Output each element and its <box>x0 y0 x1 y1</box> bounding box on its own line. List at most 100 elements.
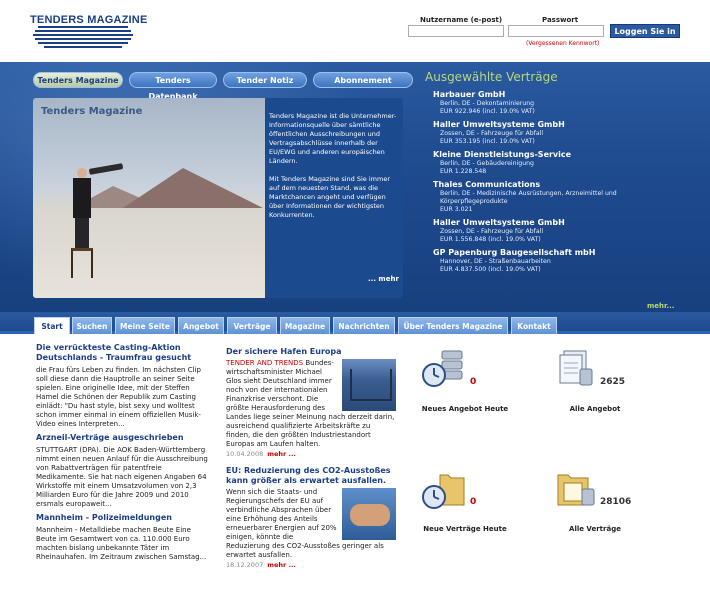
nav-tab-ueber[interactable]: Über Tenders Magazine <box>398 317 508 334</box>
stat-label: Alle Angebot <box>569 405 621 413</box>
stat-all-contracts[interactable]: 28106 Alle Verträge <box>540 467 670 537</box>
stat-value: 28106 <box>600 497 632 507</box>
contract-item[interactable]: Haller Umweltsysteme GmbH Zossen, DE - F… <box>425 217 705 244</box>
nav-tab-angebot[interactable]: Angebot <box>178 317 224 334</box>
news-text: STUTTGART (DPA). Die AOK Baden-Württembe… <box>36 446 208 508</box>
article-meta: 18.12.2007 mehr ... <box>226 561 396 569</box>
handshake-image <box>342 488 396 540</box>
articles-column: Der sichere Hafen Europa TENDER AND TREN… <box>226 347 396 577</box>
username-label: Nutzername (e-post) <box>420 16 503 24</box>
contract-name[interactable]: Kleine Dienstleistungs-Service <box>425 149 705 160</box>
hero-text-1: Tenders Magazine ist die Unternehmer-Inf… <box>269 112 397 165</box>
main-nav: Start Suchen Meine Seite Angebot Verträg… <box>0 312 710 334</box>
pill-tab-abonnement[interactable]: Abonnement <box>313 72 413 88</box>
folder-stack-icon <box>557 474 595 506</box>
news-item: Mannheim - Polizeimeldungen Mannheim - M… <box>36 513 208 562</box>
news-title[interactable]: Die verrückteste Casting-Aktion Deutschl… <box>36 343 208 363</box>
article-title[interactable]: EU: Reduzierung des CO2-Ausstoßes kann g… <box>226 466 396 486</box>
contract-detail: Berlin, DE - Dekontaminierung <box>440 100 535 107</box>
contract-detail: Zossen, DE - Fahrzeuge für Abfall <box>440 130 544 137</box>
article-more-link[interactable]: mehr ... <box>267 561 296 569</box>
article-more-link[interactable]: mehr ... <box>267 450 296 458</box>
stat-value: 2625 <box>600 377 626 387</box>
password-label: Passwort <box>542 16 579 24</box>
contract-value: EUR 1.228.548 <box>440 168 487 175</box>
contract-name[interactable]: Haller Umweltsysteme GmbH <box>425 217 705 228</box>
contract-value: EUR 353.195 (incl. 19.0% VAT) <box>440 138 535 145</box>
nav-tab-magazine[interactable]: Magazine <box>280 317 330 334</box>
stat-label: Alle Verträge <box>569 525 621 533</box>
contract-item[interactable]: GP Papenburg Baugesellschaft mbH Hannove… <box>425 247 705 274</box>
contract-item[interactable]: Thales Communications Berlin, DE - Mediz… <box>425 179 705 214</box>
pill-tab-tenders-magazine[interactable]: Tenders Magazine <box>33 72 123 88</box>
hero-photo: Tenders Magazine <box>33 98 265 298</box>
server-clock-icon <box>422 350 463 387</box>
news-item: Die verrückteste Casting-Aktion Deutschl… <box>36 343 208 429</box>
news-title[interactable]: Mannheim - Polizeimeldungen <box>36 513 208 523</box>
contract-item[interactable]: Kleine Dienstleistungs-Service Berlin, D… <box>425 149 705 176</box>
contract-name[interactable]: Thales Communications <box>425 179 705 190</box>
harbor-image <box>342 359 396 411</box>
nav-tab-start[interactable]: Start <box>34 317 70 334</box>
contract-value: EUR 3.021 <box>440 206 473 213</box>
contract-name[interactable]: Harbauer GmbH <box>425 89 705 100</box>
nav-tab-meine-seite[interactable]: Meine Seite <box>115 317 175 334</box>
document-stack-icon <box>559 350 593 386</box>
nav-tab-suchen[interactable]: Suchen <box>72 317 112 334</box>
article-meta: 10.04.2008 mehr ... <box>226 450 396 458</box>
news-title[interactable]: Arzneil-Verträge ausgeschrieben <box>36 433 208 443</box>
contract-detail: Berlin, DE - Medizinische Ausrüstungen, … <box>440 190 617 197</box>
news-item: Arzneil-Verträge ausgeschrieben STUTTGAR… <box>36 433 208 509</box>
article-source: TENDER AND TRENDS <box>226 359 304 367</box>
nav-tab-kontakt[interactable]: Kontakt <box>511 317 557 334</box>
contracts-title: Ausgewählte Verträge <box>425 70 558 84</box>
article: EU: Reduzierung des CO2-Ausstoßes kann g… <box>226 466 396 569</box>
logo[interactable]: TENDERS MAGAZINE <box>30 14 150 50</box>
article: Der sichere Hafen Europa TENDER AND TREN… <box>226 347 396 458</box>
hero-more-link[interactable]: ... mehr <box>368 275 399 283</box>
stat-value: 0 <box>470 497 477 507</box>
stat-label: Neue Verträge Heute <box>423 525 507 533</box>
pill-tab-tender-notiz[interactable]: Tender Notiz <box>223 72 307 88</box>
header: TENDERS MAGAZINE Nutzername (e-post) Pas… <box>0 0 710 62</box>
hero-panel: Tenders Magazine Tenders Magazine ist di… <box>33 98 403 298</box>
article-date: 18.12.2007 <box>226 561 264 569</box>
stat-all-offers[interactable]: 2625 Alle Angebot <box>540 347 670 417</box>
logo-text: TENDERS MAGAZINE <box>30 14 148 26</box>
nav-tab-vertraege[interactable]: Verträge <box>227 317 277 334</box>
nav-tab-nachrichten[interactable]: Nachrichten <box>333 317 395 334</box>
password-input[interactable] <box>508 25 604 37</box>
hero-panel-title: Tenders Magazine <box>41 106 143 117</box>
news-column: Die verrückteste Casting-Aktion Deutschl… <box>36 343 208 566</box>
stat-new-contracts-today[interactable]: 0 Neue Verträge Heute <box>410 467 540 537</box>
contract-detail: Körperpflegeprodukte <box>440 198 508 205</box>
hero-text-2: Mit Tenders Magazine sind Sie immer auf … <box>269 175 391 219</box>
stat-value: 0 <box>470 377 477 387</box>
article-date: 10.04.2008 <box>226 450 264 458</box>
username-input[interactable] <box>408 25 504 37</box>
contract-name[interactable]: GP Papenburg Baugesellschaft mbH <box>425 247 705 258</box>
telescope-icon <box>88 163 124 175</box>
hero-band: Tenders Magazine Tenders Datenbank Tende… <box>0 62 710 312</box>
stat-label: Neues Angebot Heute <box>421 405 509 413</box>
contract-item[interactable]: Harbauer GmbH Berlin, DE - Dekontaminier… <box>425 89 705 116</box>
folder-clock-icon <box>422 474 465 509</box>
pill-tab-tenders-datenbank[interactable]: Tenders Datenbank <box>129 72 217 101</box>
contract-value: EUR 4.837.500 (incl. 19.0% VAT) <box>440 266 541 273</box>
stats-panel: 0 Neues Angebot Heute 2625 Alle Angebot <box>410 337 710 600</box>
contract-item[interactable]: Haller Umweltsysteme GmbH Zossen, DE - F… <box>425 119 705 146</box>
contract-detail: Hannover, DE - Straßenbauarbeiten <box>440 258 551 265</box>
contract-name[interactable]: Haller Umweltsysteme GmbH <box>425 119 705 130</box>
contract-detail: Berlin, DE - Gebäudereinigung <box>440 160 534 167</box>
stat-new-offers-today[interactable]: 0 Neues Angebot Heute <box>410 347 540 417</box>
contract-detail: Zossen, DE - Fahrzeuge für Abfall <box>440 228 544 235</box>
hero-description: Tenders Magazine ist die Unternehmer-Inf… <box>269 112 397 229</box>
login-form: Nutzername (e-post) Passwort Loggen Sie … <box>408 16 708 56</box>
contracts-more-link[interactable]: mehr... <box>647 302 674 310</box>
forgot-password-link[interactable]: (Vergessenen Kennwort) <box>526 40 599 47</box>
news-text: Mannheim - Metalldiebe machen Beute Eine… <box>36 526 207 561</box>
contract-value: EUR 922.946 (incl. 19.0% VAT) <box>440 108 535 115</box>
pill-tabs: Tenders Magazine Tenders Datenbank Tende… <box>33 72 413 101</box>
login-button[interactable]: Loggen Sie in <box>610 24 680 38</box>
article-title[interactable]: Der sichere Hafen Europa <box>226 347 396 357</box>
